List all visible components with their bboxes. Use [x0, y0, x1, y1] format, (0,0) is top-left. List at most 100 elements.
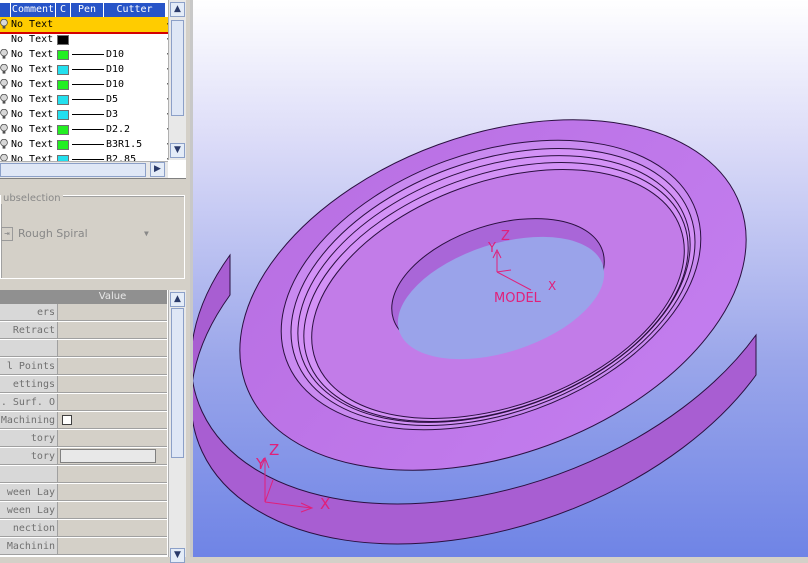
props-scroll-thumb[interactable]	[171, 308, 184, 458]
property-row[interactable]: l Points	[0, 358, 167, 375]
lightbulb-icon[interactable]	[0, 94, 8, 104]
viewport-canvas[interactable]: Z Y X MODEL Z Y X	[193, 0, 808, 557]
property-value-cell[interactable]	[58, 394, 167, 410]
lightbulb-icon[interactable]	[0, 124, 8, 134]
operation-cutter: D2.2	[106, 124, 131, 135]
lightbulb-icon[interactable]	[0, 139, 8, 149]
column-header-icon[interactable]	[0, 3, 11, 17]
model-label: MODEL	[494, 291, 542, 306]
property-row[interactable]: Retract	[0, 322, 167, 339]
operation-row[interactable]: No TextD10·	[0, 47, 171, 62]
operation-comment: No Text	[11, 64, 54, 75]
property-name: Machining	[0, 415, 55, 426]
properties-vertical-scrollbar[interactable]: ▲ ▼	[168, 290, 186, 563]
scroll-down-button[interactable]: ▼	[170, 143, 185, 158]
operation-pen-line	[72, 129, 104, 130]
property-row[interactable]: tory	[0, 448, 167, 465]
column-header-comment[interactable]: Comment	[11, 3, 56, 17]
operation-row[interactable]: No TextD2.2·	[0, 122, 171, 137]
operation-color-swatch[interactable]	[57, 125, 69, 135]
scroll-thumb[interactable]	[171, 20, 184, 116]
operation-row[interactable]: No TextD5·	[0, 92, 171, 107]
property-row[interactable]: ween Lay	[0, 502, 167, 519]
property-value-cell[interactable]	[58, 376, 167, 392]
property-value-cell[interactable]	[58, 322, 167, 338]
lightbulb-icon[interactable]	[0, 19, 8, 29]
property-field[interactable]	[60, 449, 156, 463]
property-name-cell: l Points	[0, 358, 58, 374]
property-value-cell[interactable]	[58, 340, 167, 356]
property-row[interactable]	[0, 340, 167, 357]
property-name: ween Lay	[6, 505, 55, 516]
props-scroll-down-button[interactable]: ▼	[170, 548, 185, 563]
3d-viewport[interactable]: Z Y X MODEL Z Y X	[190, 0, 808, 557]
property-row[interactable]: tory	[0, 430, 167, 447]
operation-color-swatch[interactable]	[57, 35, 69, 45]
property-value-cell[interactable]	[58, 484, 167, 500]
scroll-right-button[interactable]: ▶	[150, 162, 165, 177]
operation-color-swatch[interactable]	[57, 140, 69, 150]
lightbulb-icon[interactable]	[0, 49, 8, 59]
property-row[interactable]: Machinin	[0, 538, 167, 555]
property-name-cell: ween Lay	[0, 502, 58, 518]
props-scroll-up-button[interactable]: ▲	[170, 292, 185, 307]
property-row[interactable]: . Surf. O	[0, 394, 167, 411]
operation-pen-line	[72, 144, 104, 145]
operation-cutter: D5	[106, 94, 119, 105]
operations-horizontal-scrollbar[interactable]: ▶	[0, 161, 168, 178]
subselection-combo[interactable]: Rough Spiral	[18, 227, 88, 240]
property-row[interactable]: Machining	[0, 412, 167, 429]
column-header-cutter[interactable]: Cutter	[104, 3, 166, 17]
property-value-cell[interactable]	[58, 466, 167, 482]
model-axis-x-label: X	[548, 279, 556, 293]
property-name-cell: Machinin	[0, 538, 58, 554]
operation-comment: No Text	[11, 139, 54, 150]
property-name-cell: ers	[0, 304, 58, 320]
operation-color-swatch[interactable]	[57, 95, 69, 105]
property-name-cell: Retract	[0, 322, 58, 338]
property-value-cell[interactable]	[58, 430, 167, 446]
operation-row[interactable]: No TextB3R1.5·	[0, 137, 171, 152]
operation-comment: No Text	[11, 124, 54, 135]
property-value-cell[interactable]	[58, 502, 167, 518]
property-checkbox[interactable]	[62, 415, 72, 425]
chevron-down-icon[interactable]: ▼	[144, 229, 149, 238]
subselection-label: ubselection	[1, 193, 63, 204]
operation-comment: No Text	[11, 79, 54, 90]
operation-row[interactable]: No TextD3·	[0, 107, 171, 122]
lightbulb-icon[interactable]	[0, 109, 8, 119]
lightbulb-icon[interactable]	[0, 79, 8, 89]
property-row[interactable]: nection	[0, 520, 167, 537]
property-value-cell[interactable]	[58, 538, 167, 554]
property-name: tory	[30, 451, 55, 462]
property-name-cell	[0, 466, 58, 482]
operations-vertical-scrollbar[interactable]: ▲ ▼	[168, 0, 186, 160]
operation-color-swatch[interactable]	[57, 80, 69, 90]
model-axis-z-label: Z	[501, 229, 510, 244]
operations-list[interactable]: Comment C Pen Cutter No Text·No Text·No …	[0, 0, 186, 179]
column-header-pen[interactable]: Pen	[71, 3, 104, 17]
property-name: ween Lay	[6, 487, 55, 498]
operation-row[interactable]: No Text·	[0, 32, 171, 47]
property-row[interactable]: ween Lay	[0, 484, 167, 501]
operation-pen-line	[72, 99, 104, 100]
property-value-cell[interactable]	[58, 448, 167, 464]
property-name-cell: ween Lay	[0, 484, 58, 500]
column-header-color[interactable]: C	[56, 3, 71, 17]
operation-comment: No Text	[11, 34, 54, 45]
scroll-up-button[interactable]: ▲	[170, 2, 185, 17]
property-value-cell[interactable]	[58, 304, 167, 320]
property-row[interactable]: ers	[0, 304, 167, 321]
property-value-cell[interactable]	[58, 412, 167, 428]
operation-color-swatch[interactable]	[57, 110, 69, 120]
property-value-cell[interactable]	[58, 358, 167, 374]
property-value-cell[interactable]	[58, 520, 167, 536]
operation-row[interactable]: No TextD10·	[0, 77, 171, 92]
property-row[interactable]	[0, 466, 167, 483]
property-row[interactable]: ettings	[0, 376, 167, 393]
operation-color-swatch[interactable]	[57, 65, 69, 75]
horizontal-scroll-thumb[interactable]	[0, 163, 146, 177]
operation-row[interactable]: No TextD10·	[0, 62, 171, 77]
operation-color-swatch[interactable]	[57, 50, 69, 60]
lightbulb-icon[interactable]	[0, 64, 8, 74]
